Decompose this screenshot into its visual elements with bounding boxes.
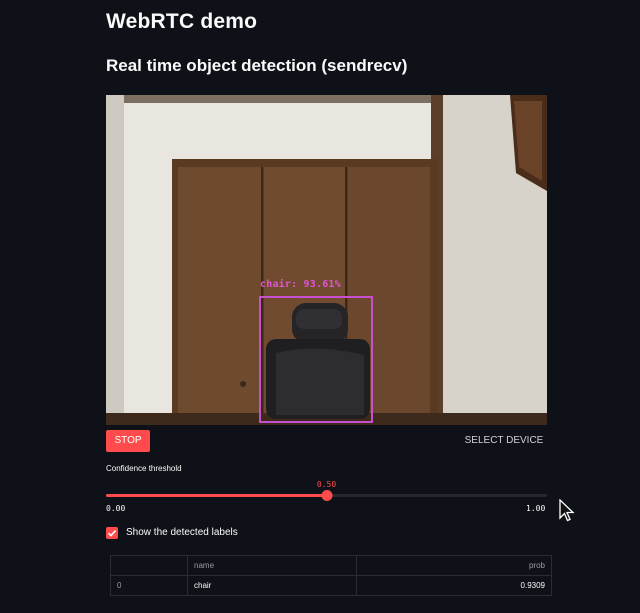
check-icon — [107, 530, 117, 537]
table-cell-prob: 0.9309 — [356, 575, 552, 596]
slider-fill — [106, 494, 327, 497]
slider-label: Confidence threshold — [106, 464, 182, 473]
confidence-slider[interactable] — [106, 490, 547, 501]
table-cell-index: 0 — [110, 575, 188, 596]
select-device-button[interactable]: SELECT DEVICE — [460, 430, 548, 452]
slider-value: 0.50 — [316, 480, 337, 489]
detection-box — [259, 296, 373, 423]
page-title: WebRTC demo — [106, 10, 258, 33]
detections-table: name prob 0 chair 0.9309 — [110, 555, 552, 596]
table-header-name: name — [187, 555, 357, 576]
table-cell-name: chair — [187, 575, 357, 596]
slider-min-label: 0.00 — [106, 504, 126, 513]
show-labels-checkbox-label: Show the detected labels — [126, 527, 238, 538]
stop-button[interactable]: STOP — [106, 430, 150, 452]
mouse-cursor-icon — [559, 498, 575, 528]
table-row: 0 chair 0.9309 — [110, 575, 552, 596]
slider-max-label: 1.00 — [526, 504, 546, 513]
section-title: Real time object detection (sendrecv) — [106, 56, 408, 75]
show-labels-checkbox[interactable] — [106, 527, 118, 539]
detection-label: chair: 93.61% — [260, 279, 341, 290]
table-header-row: name prob — [110, 555, 552, 576]
video-stream: chair: 93.61% — [106, 95, 547, 425]
slider-thumb[interactable] — [321, 490, 332, 501]
table-header-prob: prob — [356, 555, 552, 576]
table-header-index — [110, 555, 188, 576]
